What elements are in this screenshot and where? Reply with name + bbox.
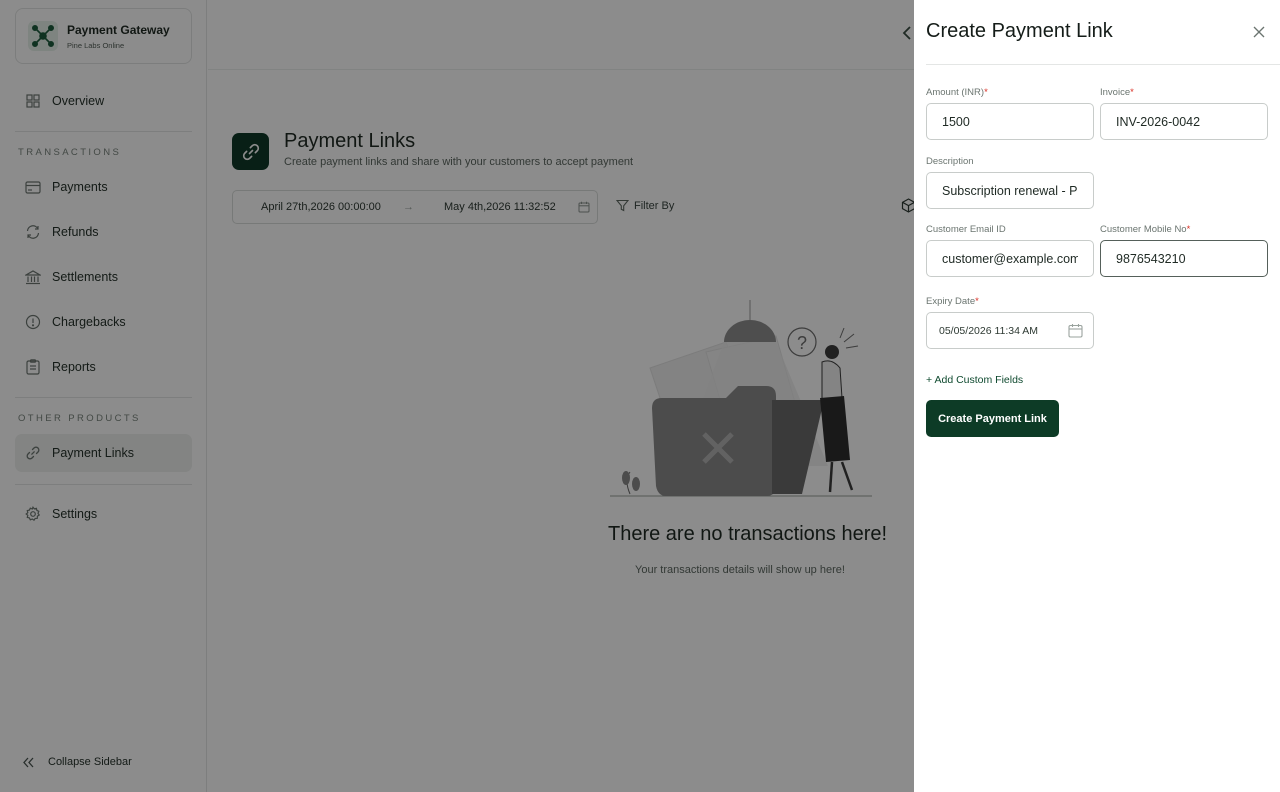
invoice-label: Invoice* <box>1100 87 1134 98</box>
expiry-date-picker[interactable]: 05/05/2026 11:34 AM <box>926 312 1094 349</box>
divider <box>926 64 1280 65</box>
create-payment-link-button[interactable]: Create Payment Link <box>926 400 1059 437</box>
add-custom-fields-link[interactable]: + Add Custom Fields <box>926 374 1023 386</box>
customer-email-label: Customer Email ID <box>926 224 1006 235</box>
expiry-date-value: 05/05/2026 11:34 AM <box>939 324 1039 337</box>
customer-mobile-input[interactable] <box>1100 240 1268 277</box>
amount-input[interactable] <box>926 103 1094 140</box>
description-input[interactable] <box>926 172 1094 209</box>
calendar-icon <box>1068 324 1083 338</box>
invoice-input[interactable] <box>1100 103 1268 140</box>
customer-mobile-label: Customer Mobile No* <box>1100 224 1191 235</box>
create-payment-link-drawer: Create Payment Link Amount (INR)* Invoic… <box>914 0 1280 792</box>
customer-email-input[interactable] <box>926 240 1094 277</box>
close-icon[interactable] <box>1251 24 1267 40</box>
drawer-title: Create Payment Link <box>926 20 1113 42</box>
description-label: Description <box>926 156 974 167</box>
chevron-left-icon[interactable] <box>901 25 913 41</box>
amount-label: Amount (INR)* <box>926 87 988 98</box>
expiry-date-label: Expiry Date* <box>926 296 979 307</box>
